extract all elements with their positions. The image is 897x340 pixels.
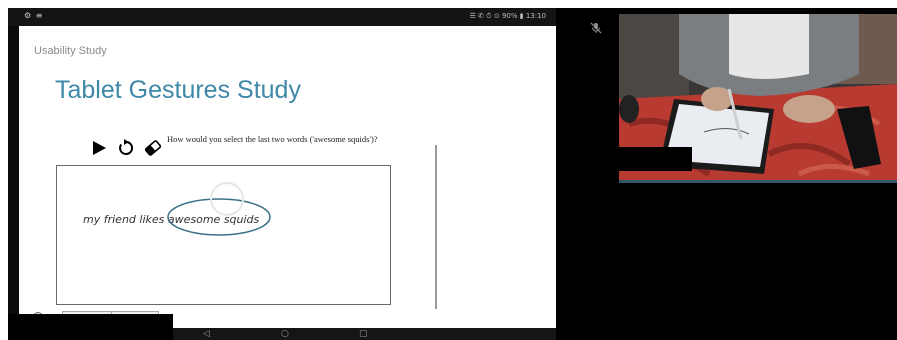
drawing-canvas[interactable]: my friend likes awesome squids (56, 165, 391, 305)
play-icon[interactable] (89, 138, 109, 158)
study-page: Usability Study Tablet Gestures Study Ho… (19, 26, 556, 328)
canvas-toolbar (89, 134, 163, 162)
android-home-icon[interactable]: ○ (281, 329, 289, 339)
vertical-divider (435, 145, 437, 309)
redaction-box (8, 314, 173, 340)
redaction-box-video (608, 147, 692, 171)
reset-icon[interactable] (116, 138, 136, 158)
tablet-status-bar: ⚙ ≡ ☰ ✆ ⏱ ⊙ 90% ▮ 13:10 (8, 8, 556, 26)
status-left-icons: ⚙ ≡ (24, 11, 44, 20)
breadcrumb[interactable]: Usability Study (34, 45, 107, 57)
microphone-muted-icon[interactable] (590, 22, 602, 37)
status-right-info: ☰ ✆ ⏱ ⊙ 90% ▮ 13:10 (469, 12, 546, 20)
video-divider-bar (619, 180, 897, 183)
screen: ⚙ ≡ ☰ ✆ ⏱ ⊙ 90% ▮ 13:10 Usability Study … (0, 0, 897, 340)
question-text: How would you select the last two words … (167, 134, 378, 144)
page-title: Tablet Gestures Study (55, 76, 301, 104)
android-recents-icon[interactable]: ▢ (359, 329, 368, 339)
android-back-icon[interactable]: ◁ (203, 329, 210, 339)
tablet-mirror: ⚙ ≡ ☰ ✆ ⏱ ⊙ 90% ▮ 13:10 Usability Study … (8, 8, 556, 340)
eraser-icon[interactable] (143, 138, 163, 158)
